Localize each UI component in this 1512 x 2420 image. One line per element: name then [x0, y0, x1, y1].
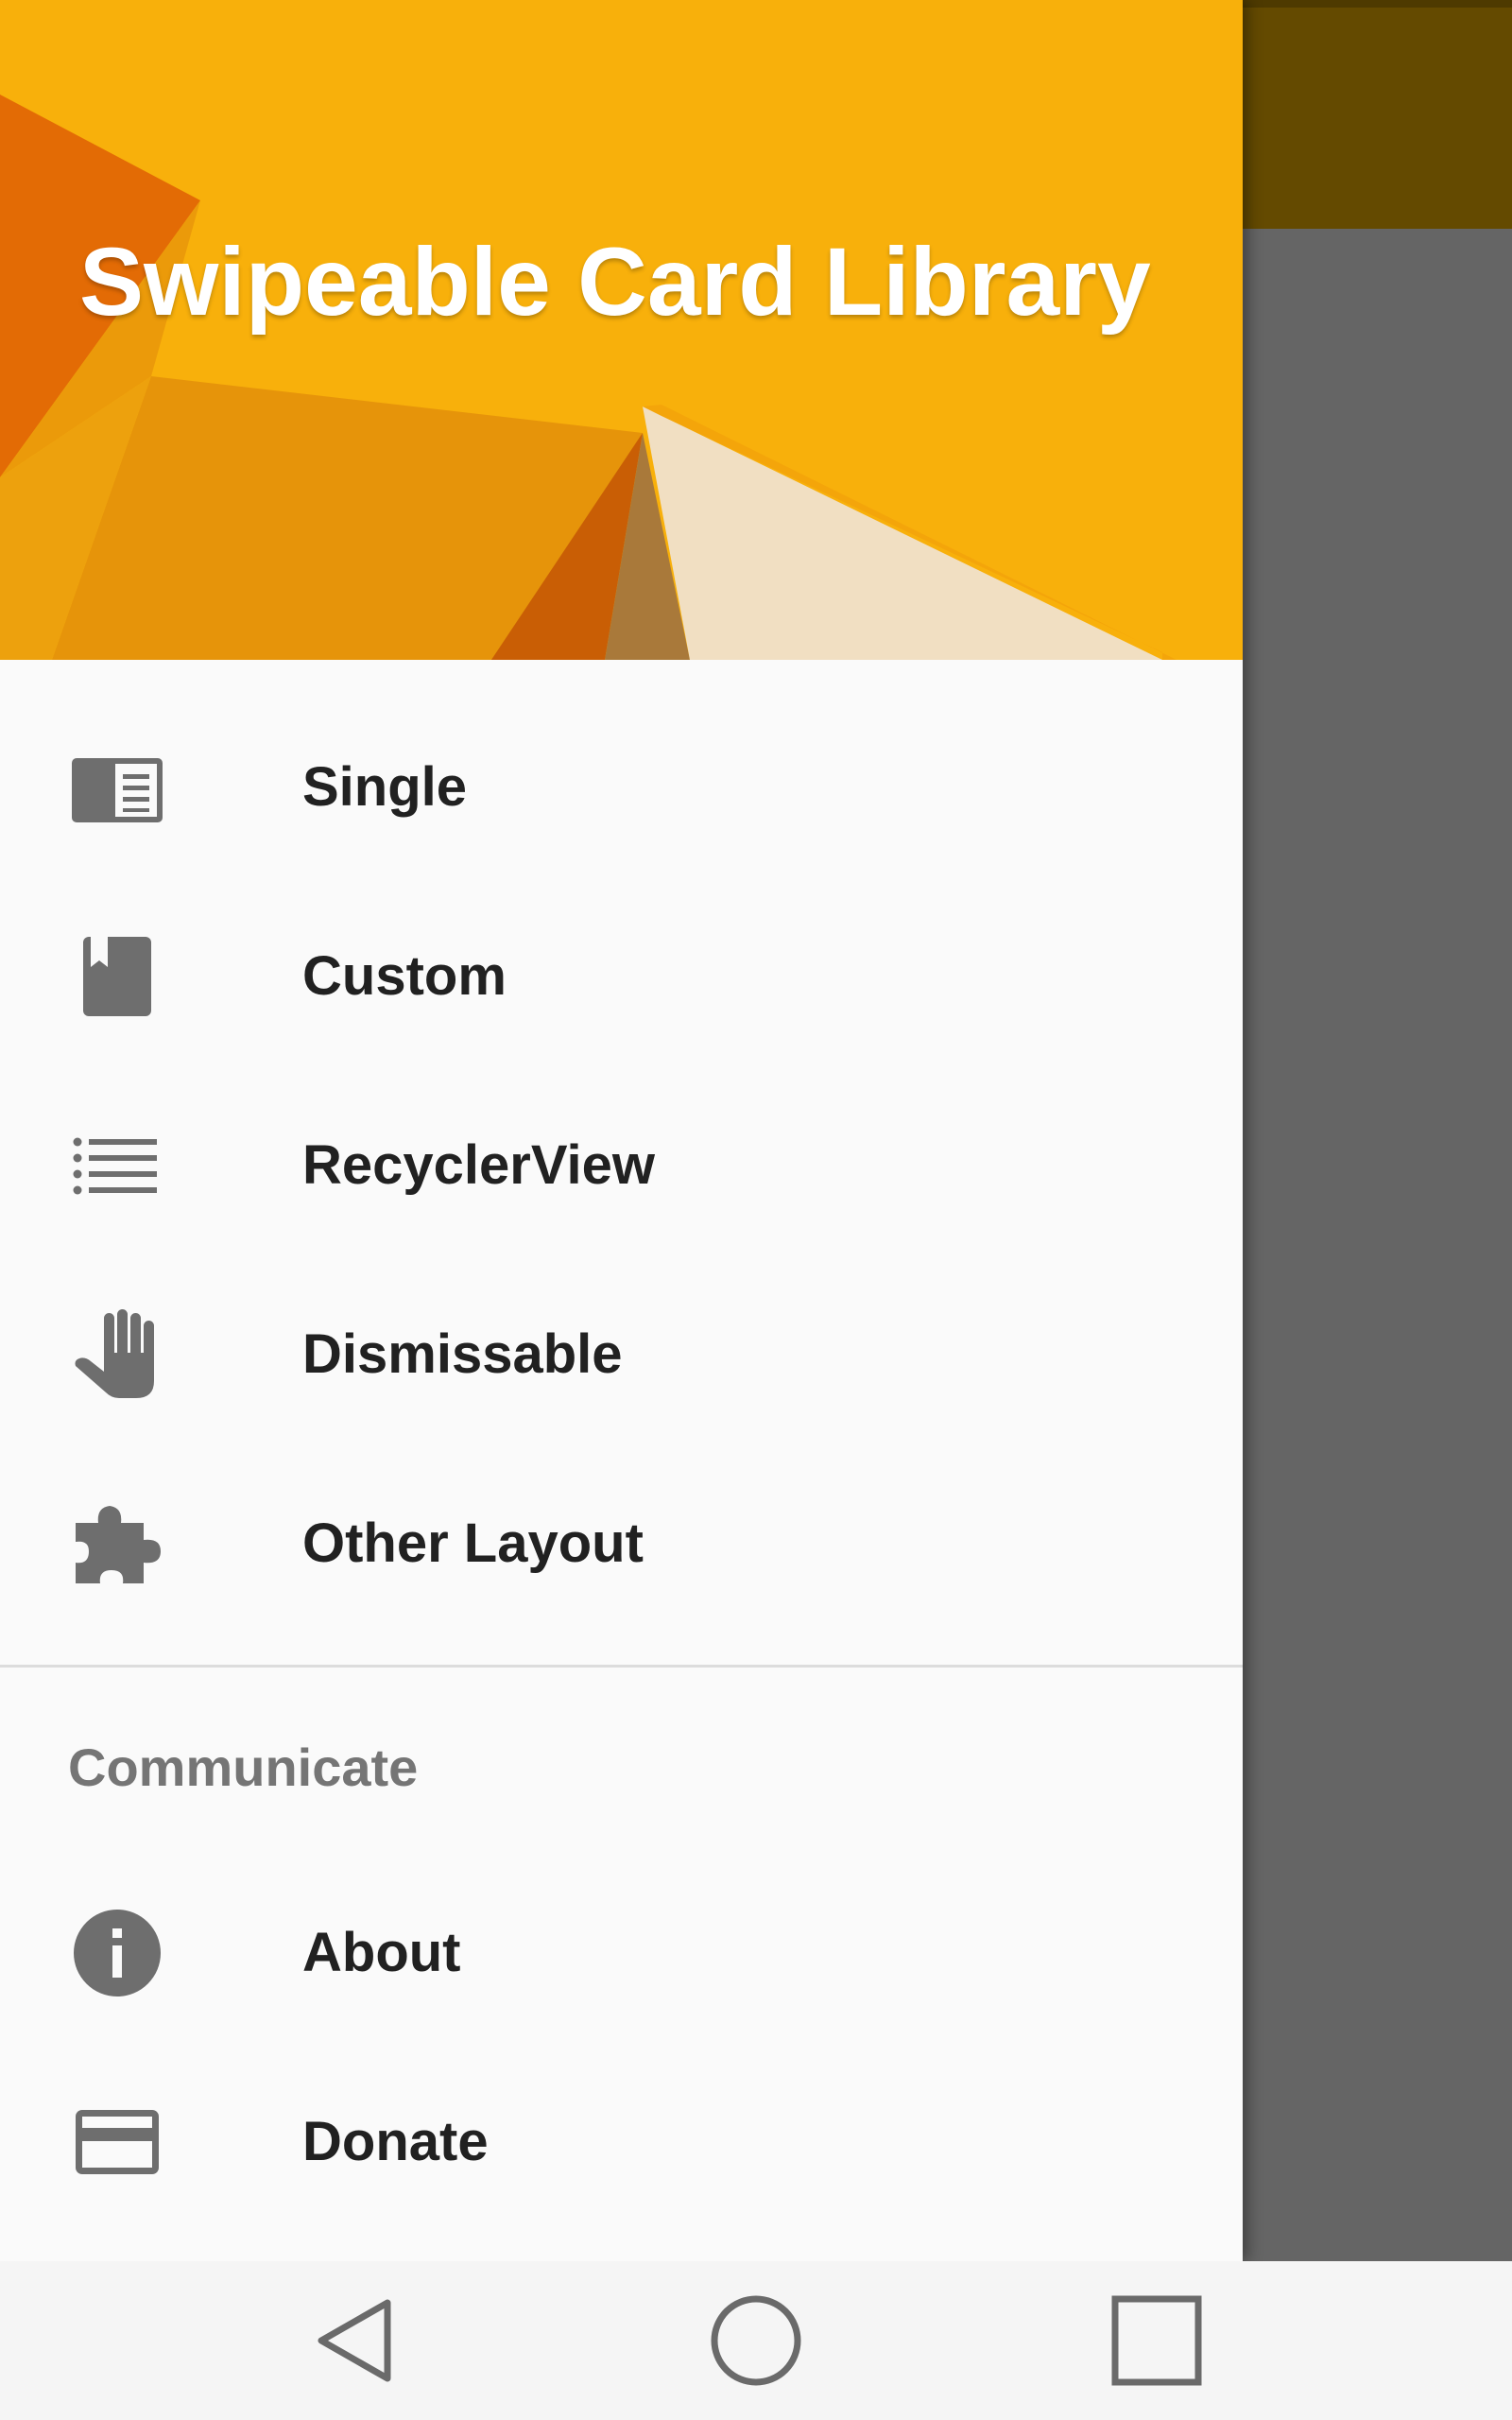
menu-item-label: Single: [302, 756, 468, 818]
drawer-header-title: Swipeable Card Library: [79, 228, 1151, 336]
puzzle-icon: [70, 1496, 164, 1591]
screen: Swipeable Card Library Single Custom Rec…: [0, 0, 1512, 2420]
menu-item-label: RecyclerView: [302, 1134, 655, 1196]
menu-item-label: Other Layout: [302, 1512, 644, 1574]
menu-item-label: About: [302, 1922, 461, 1983]
system-navigation-bar: [0, 2261, 1512, 2420]
info-icon: [70, 1906, 164, 2000]
bookmark-icon: [70, 929, 164, 1024]
menu-item-label: Dismissable: [302, 1323, 623, 1385]
menu-item-donate[interactable]: Donate: [0, 2048, 1243, 2237]
back-icon[interactable]: [308, 2293, 403, 2388]
menu-item-about[interactable]: About: [0, 1858, 1243, 2048]
card-list-icon: [70, 740, 164, 835]
menu-item-dismissable[interactable]: Dismissable: [0, 1260, 1243, 1449]
menu-item-custom[interactable]: Custom: [0, 882, 1243, 1071]
list-icon: [70, 1118, 164, 1213]
navigation-drawer: Swipeable Card Library Single Custom Rec…: [0, 0, 1243, 2261]
menu-item-single[interactable]: Single: [0, 693, 1243, 882]
drawer-menu: Single Custom RecyclerView Dismissable O…: [0, 693, 1243, 1638]
menu-item-label: Custom: [302, 945, 507, 1007]
menu-item-other-layout[interactable]: Other Layout: [0, 1449, 1243, 1638]
drawer-header: Swipeable Card Library: [0, 0, 1243, 660]
home-icon[interactable]: [709, 2293, 803, 2388]
section-header-communicate: Communicate: [68, 1737, 419, 1797]
menu-divider: [0, 1665, 1243, 1668]
menu-item-recyclerview[interactable]: RecyclerView: [0, 1071, 1243, 1260]
communicate-menu: About Donate: [0, 1858, 1243, 2237]
credit-card-icon: [70, 2095, 164, 2189]
menu-item-label: Donate: [302, 2111, 489, 2172]
hand-icon: [70, 1307, 164, 1402]
recents-icon[interactable]: [1109, 2293, 1204, 2388]
